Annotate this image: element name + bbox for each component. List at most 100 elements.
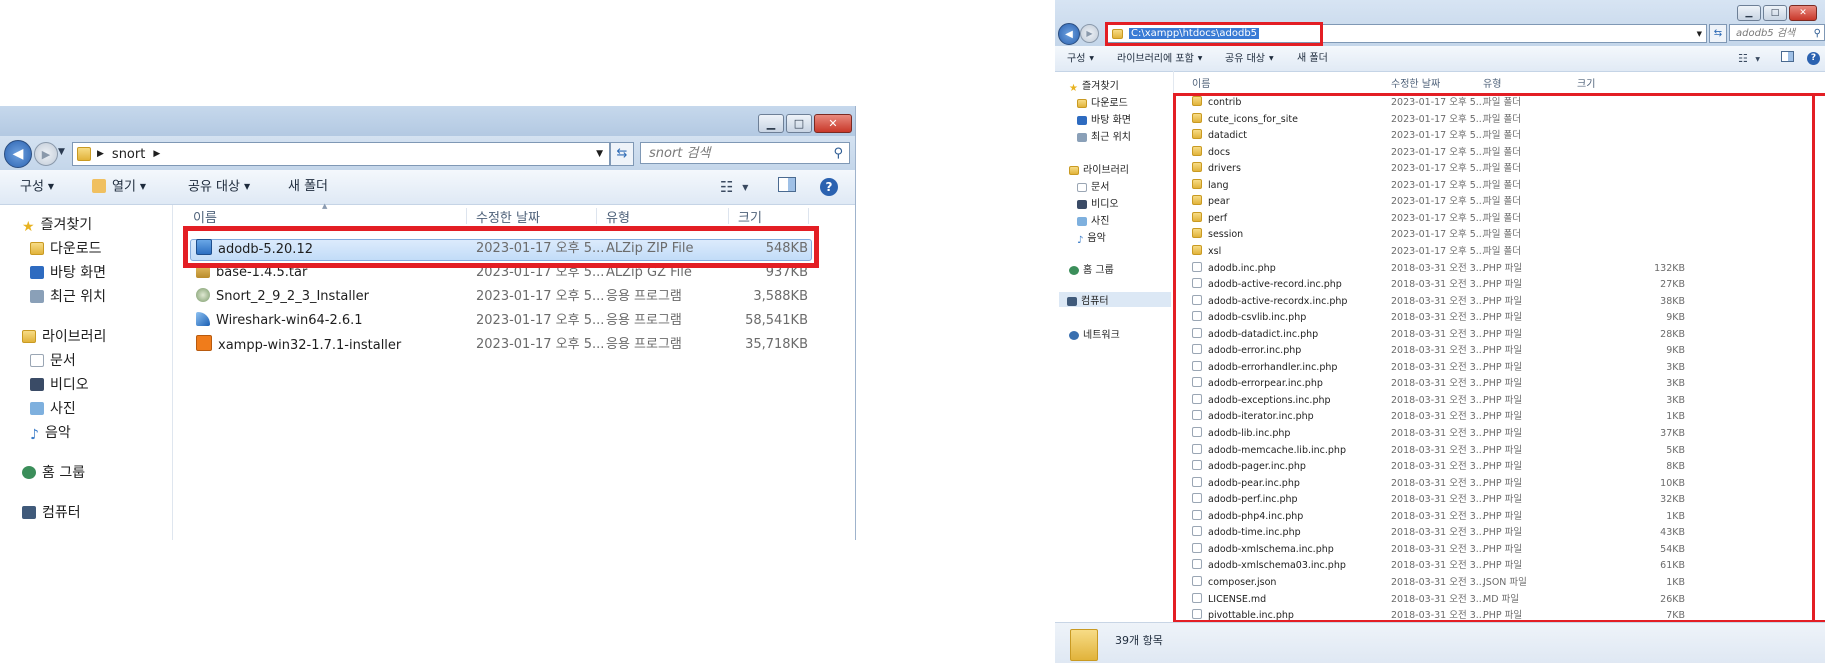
file-type: 응용 프로그램 (606, 289, 682, 304)
file-size: 58,541KB (745, 313, 808, 328)
wireshark-icon (196, 312, 210, 326)
column-divider[interactable] (466, 208, 467, 224)
file-size: 35,718KB (745, 337, 808, 352)
file-row-wireshark[interactable]: Wireshark-win64-2.6.1 2023-01-17 오후 5...… (0, 311, 855, 331)
command-bar: 구성 ▼ 라이브러리에 포함 ▼ 공유 대상 ▼ 새 폴더 ☷ ▼ ? (1055, 46, 1825, 72)
change-view-icon[interactable]: ☷ ▼ (720, 170, 748, 204)
search-input[interactable]: adodb5 검색 ⚲ (1729, 24, 1825, 41)
address-bar[interactable]: ▶ snort ▶ ▼ (72, 142, 610, 166)
nav-homegroup[interactable]: 홈 그룹 (22, 462, 85, 482)
back-button[interactable]: ◀ (1058, 23, 1080, 45)
file-type: 응용 프로그램 (606, 337, 682, 352)
item-count: 39개 항목 (1115, 634, 1163, 647)
nav-favorites[interactable]: ★ 즐겨찾기 (22, 214, 92, 235)
include-in-library-button[interactable]: 라이브러리에 포함 ▼ (1117, 46, 1202, 71)
star-icon: ★ (1069, 83, 1078, 94)
maximize-button[interactable]: □ (1763, 5, 1787, 21)
column-header-name[interactable]: 이름 (193, 207, 217, 226)
organize-button[interactable]: 구성 ▼ (1067, 46, 1094, 71)
file-type: 응용 프로그램 (606, 313, 682, 328)
breadcrumb-separator-icon[interactable]: ▶ (153, 149, 160, 159)
search-input[interactable]: snort 검색 ⚲ (640, 142, 850, 164)
sort-arrow-icon: ▲ (322, 202, 328, 210)
nav-computer[interactable]: 컴퓨터 (22, 502, 81, 522)
change-view-icon[interactable]: ☷ ▼ (1738, 46, 1760, 71)
folder-large-icon (1070, 629, 1098, 661)
search-placeholder: adodb5 검색 (1736, 28, 1796, 39)
status-bar: 39개 항목 (1055, 622, 1825, 663)
maximize-button[interactable]: □ (786, 114, 812, 133)
folder-icon (77, 147, 91, 161)
nav-videos[interactable]: 비디오 (30, 374, 89, 394)
caption-buttons: ▁ □ ✕ (1737, 5, 1817, 21)
new-folder-button[interactable]: 새 폴더 (288, 170, 328, 204)
file-modified: 2023-01-17 오후 5... (476, 337, 605, 352)
caption-buttons: ▁ □ ✕ (758, 114, 852, 133)
column-header-modified[interactable]: 수정한 날짜 (476, 207, 540, 226)
search-icon: ⚲ (833, 146, 843, 161)
column-header-type[interactable]: 유형 (606, 207, 630, 226)
open-button[interactable]: 열기 ▼ (92, 170, 146, 204)
breadcrumb-snort[interactable]: snort (112, 147, 145, 162)
column-header-type[interactable]: 유형 (1483, 75, 1501, 90)
column-header-name[interactable]: 이름 (1192, 75, 1210, 90)
documents-icon (30, 354, 44, 367)
minimize-button[interactable]: ▁ (1737, 5, 1761, 21)
file-modified: 2023-01-17 오후 5... (476, 313, 605, 328)
search-placeholder: snort 검색 (649, 146, 711, 161)
explorer-window-snort: ▁ □ ✕ ◀ ▶ ▼ ▶ snort ▶ ▼ ⇆ snort 검색 ⚲ 구성 ▼… (0, 106, 856, 540)
highlight-box-address (1105, 22, 1323, 46)
nav-favorites[interactable]: ★ 즐겨찾기 (1069, 77, 1119, 94)
help-icon[interactable]: ? (820, 178, 838, 196)
homegroup-icon (22, 466, 36, 479)
forward-button[interactable]: ▶ (1080, 24, 1099, 43)
file-name: Wireshark-win64-2.6.1 (216, 313, 363, 328)
music-icon: ♪ (30, 427, 39, 443)
new-folder-button[interactable]: 새 폴더 (1297, 46, 1328, 71)
help-icon[interactable]: ? (1807, 52, 1820, 65)
highlight-box-right-edge (1812, 93, 1815, 623)
address-dropdown-chevron-icon[interactable]: ▼ (1697, 30, 1702, 38)
star-icon: ★ (22, 219, 35, 235)
file-row-snort-installer[interactable]: Snort_2_9_2_3_Installer 2023-01-17 오후 5.… (0, 287, 855, 307)
share-button[interactable]: 공유 대상 ▼ (188, 170, 250, 204)
file-name: xampp-win32-1.7.1-installer (218, 338, 402, 353)
column-header-modified[interactable]: 수정한 날짜 (1391, 75, 1440, 90)
computer-icon (22, 506, 36, 519)
xampp-icon (196, 335, 212, 351)
highlight-box-selected-file (183, 226, 819, 268)
organize-button[interactable]: 구성 ▼ (20, 170, 54, 204)
share-button[interactable]: 공유 대상 ▼ (1225, 46, 1274, 71)
nav-pictures[interactable]: 사진 (30, 398, 76, 418)
title-bar[interactable]: ▁ □ ✕ (0, 106, 855, 136)
navigation-bar: ◀ ▶ ▼ ▶ snort ▶ ▼ ⇆ snort 검색 ⚲ (0, 136, 855, 170)
preview-pane-icon[interactable] (1781, 46, 1794, 71)
column-divider[interactable] (808, 208, 809, 224)
column-header-size[interactable]: 크기 (738, 207, 762, 226)
refresh-button[interactable]: ⇆ (610, 142, 634, 166)
minimize-button[interactable]: ▁ (758, 114, 784, 133)
close-button[interactable]: ✕ (814, 114, 852, 133)
file-modified: 2023-01-17 오후 5... (476, 289, 605, 304)
breadcrumb-separator-icon: ▶ (97, 149, 104, 159)
installer-icon (196, 288, 210, 302)
column-divider[interactable] (728, 208, 729, 224)
column-header-size[interactable]: 크기 (1577, 75, 1595, 90)
column-divider[interactable] (596, 208, 597, 224)
open-app-icon (92, 178, 106, 193)
file-row-xampp-installer[interactable]: xampp-win32-1.7.1-installer 2023-01-17 오… (0, 335, 855, 355)
refresh-button[interactable]: ⇆ (1709, 24, 1727, 43)
address-dropdown-chevron-icon[interactable]: ▼ (596, 149, 603, 159)
forward-button[interactable]: ▶ (34, 142, 58, 166)
file-size: 3,588KB (753, 289, 808, 304)
search-icon: ⚲ (1813, 28, 1821, 39)
preview-pane-icon[interactable] (778, 170, 796, 204)
pictures-icon (30, 402, 44, 415)
videos-icon (30, 378, 44, 391)
nav-music[interactable]: ♪ 음악 (30, 422, 71, 443)
back-button[interactable]: ◀ (4, 140, 32, 168)
recent-pages-chevron-icon[interactable]: ▼ (58, 147, 65, 157)
close-button[interactable]: ✕ (1789, 5, 1817, 21)
explorer-window-adodb5: ▁ □ ✕ ◀ ▶ C:\xampp\htdocs\adodb5 ▼ ⇆ ado… (1055, 0, 1825, 663)
command-bar: 구성 ▼ 열기 ▼ 공유 대상 ▼ 새 폴더 ☷ ▼ ? (0, 170, 855, 205)
